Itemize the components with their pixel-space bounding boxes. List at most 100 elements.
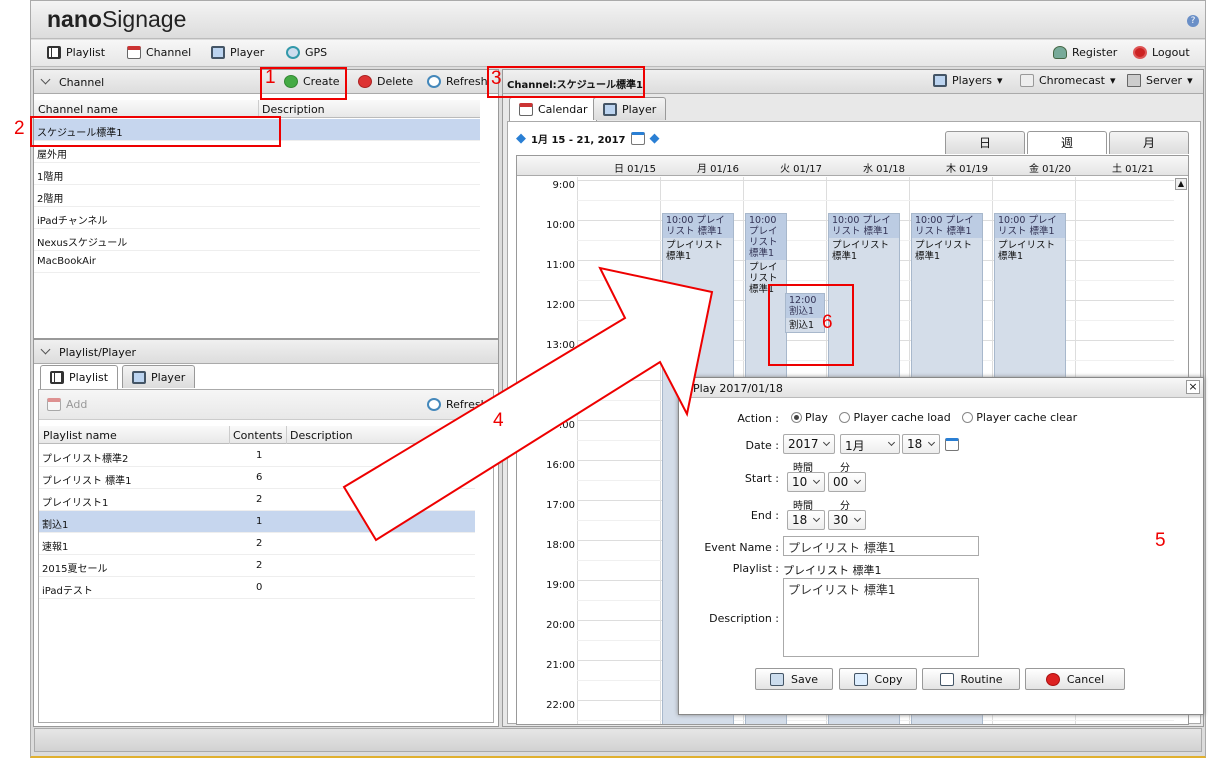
view-month-button[interactable]: 月 (1109, 131, 1189, 154)
day-header[interactable]: 水 01/18 (826, 160, 905, 175)
playlist-row[interactable]: プレイリスト 標準1 6 (39, 467, 475, 489)
day-header[interactable]: 土 01/21 (1075, 160, 1154, 175)
create-button[interactable]: Create (284, 75, 340, 88)
hour-label: 10:00 (546, 220, 575, 231)
event-name: プレイリスト 標準1 (749, 262, 778, 295)
hour-label: 9:00 (552, 180, 575, 191)
col-playlist-description[interactable]: Description (290, 429, 353, 442)
channel-row[interactable]: スケジュール標準1 (34, 119, 480, 141)
end-hour-select[interactable]: 18 (787, 510, 825, 530)
scroll-up-icon[interactable]: ▲ (1175, 178, 1187, 190)
date-label: Date : (745, 439, 780, 452)
menu-player[interactable]: Player (211, 46, 264, 59)
radio-cache-load[interactable]: Player cache load (839, 411, 951, 424)
playlist-panel-header: Playlist/Player (34, 340, 498, 364)
playlist-row[interactable]: iPadテスト 0 (39, 577, 475, 599)
players-dropdown[interactable]: Players ▾ (933, 74, 1003, 87)
end-minute-select[interactable]: 30 (828, 510, 866, 530)
arrow-left-icon[interactable]: ◆ (516, 131, 526, 146)
copy-icon (853, 672, 868, 686)
register-link[interactable]: Register (1053, 46, 1117, 59)
col-description[interactable]: Description (262, 103, 325, 116)
menu-channel[interactable]: Channel (127, 46, 191, 59)
day-header[interactable]: 火 01/17 (743, 160, 822, 175)
col-playlist-name[interactable]: Playlist name (43, 429, 117, 442)
chromecast-dropdown[interactable]: Chromecast ▾ (1020, 74, 1116, 87)
title-bar: nanoSignage ? (31, 1, 1205, 39)
view-day-button[interactable]: 日 (945, 131, 1025, 154)
arrow-right-icon[interactable]: ◆ (650, 131, 660, 146)
day-header[interactable]: 月 01/16 (660, 160, 739, 175)
col-contents[interactable]: Contents (233, 429, 282, 442)
radio-cache-clear[interactable]: Player cache clear (962, 411, 1077, 424)
playlist-row[interactable]: プレイリスト1 2 (39, 489, 475, 511)
playlist-refresh-button[interactable]: Refresh (427, 398, 488, 411)
day-header[interactable]: 日 01/15 (577, 160, 656, 175)
play-dialog: Play 2017/01/18 × Action : Play Player c… (678, 377, 1204, 715)
event-name-input[interactable]: プレイリスト 標準1 (783, 536, 979, 556)
channel-row[interactable]: Nexusスケジュール (34, 229, 480, 251)
refresh-icon (427, 398, 441, 411)
tab-playlist[interactable]: Playlist (40, 365, 119, 389)
event-name: プレイリスト 標準1 (832, 240, 890, 262)
playlist-panel: Playlist/Player Playlist Player Add Refr… (33, 339, 499, 727)
playlist-row[interactable]: 割込1 1 (39, 511, 475, 533)
playlist-row[interactable]: プレイリスト標準2 1 (39, 445, 475, 467)
refresh-label: Refresh (446, 75, 488, 88)
channel-name-cell: Nexusスケジュール (37, 238, 128, 249)
help-icon[interactable]: ? (1187, 15, 1199, 27)
calendar-event[interactable]: 12:00 割込1 割込1 (785, 293, 825, 333)
add-button[interactable]: Add (47, 398, 87, 411)
chromecast-label: Chromecast (1039, 74, 1105, 87)
status-bar (34, 728, 1202, 752)
save-icon (769, 672, 784, 686)
channel-row[interactable]: 屋外用 (34, 141, 480, 163)
event-time: 10:00 プレイリスト 標準1 (912, 214, 982, 238)
date-picker-icon[interactable] (945, 438, 959, 451)
day-select[interactable]: 18 (902, 434, 940, 454)
routine-button[interactable]: Routine (922, 668, 1020, 690)
chevron-down-icon[interactable] (40, 74, 51, 85)
gps-icon (286, 46, 300, 59)
channel-row[interactable]: MacBookAir (34, 251, 480, 273)
routine-label: Routine (960, 672, 1003, 686)
channel-row[interactable]: 1階用 (34, 163, 480, 185)
col-channel-name[interactable]: Channel name (38, 103, 118, 116)
tab-player[interactable]: Player (122, 365, 196, 388)
cancel-button[interactable]: Cancel (1025, 668, 1125, 690)
menu-gps[interactable]: GPS (286, 46, 327, 59)
day-header[interactable]: 木 01/19 (909, 160, 988, 175)
date-picker-icon[interactable] (630, 132, 645, 145)
close-icon[interactable]: × (1186, 380, 1200, 394)
month-select[interactable]: 1月 (840, 434, 900, 454)
chevron-down-icon[interactable] (40, 344, 51, 355)
dialog-header: Play 2017/01/18 × (679, 378, 1203, 398)
radio-off-icon (839, 412, 851, 423)
start-hour-select[interactable]: 10 (787, 472, 825, 492)
channel-row[interactable]: 2階用 (34, 185, 480, 207)
playlist-row[interactable]: 2015夏セール 2 (39, 555, 475, 577)
year-select[interactable]: 2017 (783, 434, 835, 454)
hour-label: 21:00 (546, 660, 575, 671)
playlist-name-cell: 速報1 (42, 542, 69, 553)
tab-calendar[interactable]: Calendar (509, 97, 598, 121)
view-week-button[interactable]: 週 (1027, 131, 1107, 154)
day-header[interactable]: 金 01/20 (992, 160, 1071, 175)
server-icon (1127, 74, 1141, 87)
radio-cache-load-label: Player cache load (853, 411, 951, 424)
server-dropdown[interactable]: Server ▾ (1127, 74, 1193, 87)
channel-row[interactable]: iPadチャンネル (34, 207, 480, 229)
playlist-row[interactable]: 速報1 2 (39, 533, 475, 555)
menu-playlist[interactable]: Playlist (47, 46, 105, 59)
start-minute-select[interactable]: 00 (828, 472, 866, 492)
delete-button[interactable]: Delete (358, 75, 413, 88)
description-textarea[interactable]: プレイリスト 標準1 (783, 578, 979, 657)
logout-link[interactable]: Logout (1133, 46, 1190, 59)
save-button[interactable]: Save (755, 668, 833, 690)
tab-schedule-player[interactable]: Player (593, 97, 667, 120)
save-label: Save (790, 672, 818, 686)
playlist-panel-title: Playlist/Player (59, 346, 137, 359)
copy-button[interactable]: Copy (839, 668, 917, 690)
radio-play[interactable]: Play (791, 411, 828, 424)
refresh-button[interactable]: Refresh (427, 75, 488, 88)
